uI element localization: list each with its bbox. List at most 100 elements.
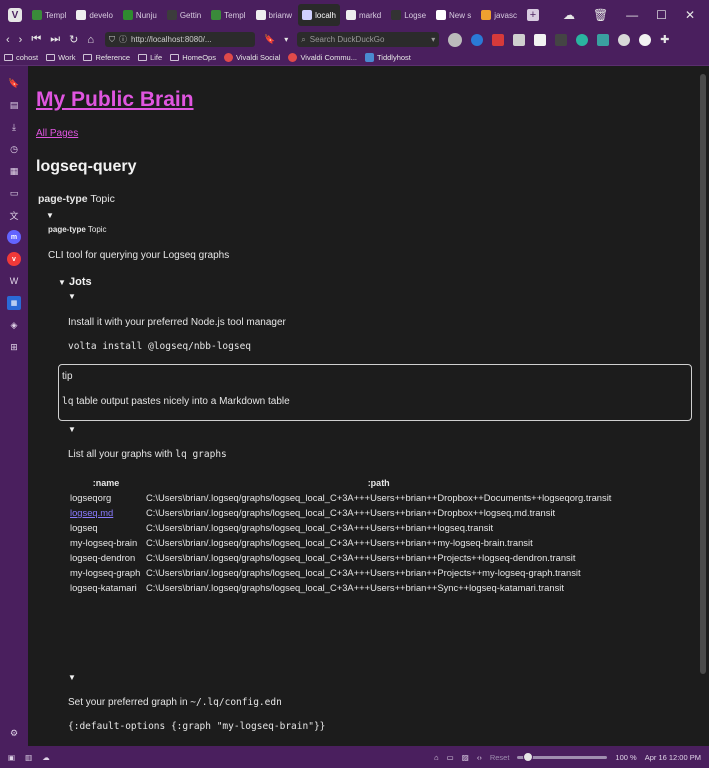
bookmarks-panel-icon[interactable]: 🔖 xyxy=(7,76,21,90)
extension-icon-5[interactable] xyxy=(555,33,568,46)
disclosure-triangle-icon[interactable]: ▼ xyxy=(68,292,76,301)
table-row: logseq-dendron C:\Users\brian/.logseq/gra… xyxy=(68,550,613,565)
bookmark-item[interactable]: Vivaldi Social xyxy=(223,52,280,62)
panel-toggle-icon[interactable]: ▣ xyxy=(8,753,15,762)
extension-icon-4[interactable] xyxy=(534,33,547,46)
reset-zoom-button[interactable]: Reset xyxy=(490,753,510,762)
extension-icon-8[interactable] xyxy=(618,33,631,46)
browser-tab[interactable]: Nunju xyxy=(119,4,161,26)
folder-icon xyxy=(170,53,180,61)
extension-panel-icon[interactable]: ◈ xyxy=(7,318,21,332)
browser-tab[interactable]: markd xyxy=(342,4,385,26)
calendar-icon[interactable]: ▦ xyxy=(7,296,21,310)
bookmark-item[interactable]: Life xyxy=(138,53,162,62)
graph-name-cell[interactable]: logseq.md xyxy=(68,505,144,520)
disclosure-triangle-icon[interactable]: ▼ xyxy=(58,278,66,287)
search-field[interactable]: ⌕ Search DuckDuckGo ▾ xyxy=(297,32,440,47)
scrollbar-thumb[interactable] xyxy=(700,74,706,674)
table-row: logseq-katamari C:\Users\brian/.logseq/gr… xyxy=(68,580,613,595)
chevron-down-icon[interactable]: ▾ xyxy=(284,35,288,44)
downloads-icon[interactable]: ⤓ xyxy=(7,120,21,134)
extension-icon-6[interactable] xyxy=(576,33,589,46)
cloud-sync-icon[interactable]: ☁ xyxy=(42,753,50,762)
graph-path-cell: C:\Users\brian/.logseq/graphs/logseq_loc… xyxy=(146,552,576,563)
new-tab-button[interactable]: + xyxy=(526,9,539,21)
window-icon[interactable]: ▭ xyxy=(447,753,454,762)
table-header-row: :name :path xyxy=(68,476,613,490)
code-icon[interactable]: ‹› xyxy=(477,753,482,762)
search-dropdown-icon[interactable]: ▾ xyxy=(431,35,435,44)
extension-icon-2[interactable] xyxy=(492,33,505,46)
tile-icon[interactable]: ▥ xyxy=(25,753,32,762)
forward-icon[interactable]: › xyxy=(19,34,23,46)
tab-strip: Templ develo Nunju Gettin Templ brianw localh m… xyxy=(28,4,523,26)
table-row: my-logseq-brain C:\Users\brian/.logseq/gr… xyxy=(68,535,613,550)
extension-icon-3[interactable] xyxy=(513,33,526,46)
capture-icon[interactable]: ⌂ xyxy=(434,753,439,762)
browser-tab[interactable]: localh xyxy=(298,4,340,26)
bookmark-item[interactable]: cohost xyxy=(4,53,38,62)
browser-tab[interactable]: Gettin xyxy=(163,4,205,26)
browser-tab[interactable]: javasc xyxy=(477,4,521,26)
rewind-icon[interactable]: ⏮ xyxy=(31,33,41,46)
browser-tab[interactable]: Templ xyxy=(28,4,70,26)
trash-icon[interactable]: 🗑 xyxy=(593,8,608,22)
disclosure-triangle-icon[interactable]: ▼ xyxy=(68,673,76,682)
site-title-link[interactable]: My Public Brain xyxy=(36,88,194,112)
tab-favicon-icon xyxy=(32,10,42,20)
bookmark-item[interactable]: HomeOps xyxy=(170,53,216,62)
bookmark-item[interactable]: Reference xyxy=(83,53,130,62)
address-bar[interactable]: ⛉ ⓘ http://localhost:8080/... xyxy=(105,32,256,47)
all-pages-link[interactable]: All Pages xyxy=(36,128,78,139)
fast-forward-icon[interactable]: ⏭ xyxy=(50,33,60,46)
zoom-slider-handle[interactable] xyxy=(523,751,534,762)
translate-icon[interactable]: 文 xyxy=(7,208,21,222)
close-button[interactable]: ✕ xyxy=(685,8,695,22)
bookmark-item[interactable]: Vivaldi Commu... xyxy=(288,52,357,62)
settings-gear-icon[interactable]: ⚙ xyxy=(7,726,21,740)
disclosure-triangle-icon[interactable]: ▼ xyxy=(46,211,54,220)
browser-tab[interactable]: brianw xyxy=(252,4,297,26)
extension-icon-7[interactable] xyxy=(597,33,610,46)
browser-tab[interactable]: develo xyxy=(72,4,117,26)
page-scrollbar[interactable] xyxy=(697,66,709,746)
image-icon[interactable]: ▨ xyxy=(462,753,469,762)
wikipedia-icon[interactable]: W xyxy=(7,274,21,288)
info-icon[interactable]: ⓘ xyxy=(119,34,127,45)
reload-icon[interactable]: ↻ xyxy=(69,33,78,46)
browser-tab[interactable]: Templ xyxy=(207,4,249,26)
disclosure-triangle-icon[interactable]: ▼ xyxy=(68,425,76,434)
reading-list-icon[interactable]: ▤ xyxy=(7,98,21,112)
home-icon[interactable]: ⌂ xyxy=(87,34,94,46)
mastodon-icon[interactable]: m xyxy=(7,230,21,244)
history-icon[interactable]: ◷ xyxy=(7,142,21,156)
graph-name-cell: logseq-katamari xyxy=(68,580,144,595)
page-content: My Public Brain All Pages logseq-query p… xyxy=(28,66,697,746)
vivaldi-icon[interactable]: v xyxy=(7,252,21,266)
extension-icon-1[interactable] xyxy=(471,33,484,46)
zoom-slider[interactable] xyxy=(517,751,608,762)
cloud-icon[interactable]: ☁ xyxy=(563,8,575,22)
shield-icon[interactable]: ⛉ xyxy=(109,35,115,45)
back-icon[interactable]: ‹ xyxy=(6,34,10,46)
set-graph-text: Set your preferred graph in ~/.lq/config… xyxy=(68,697,282,708)
browser-tab[interactable]: New s xyxy=(432,4,475,26)
bookmark-item[interactable]: Work xyxy=(46,53,75,62)
graph-name-link[interactable]: logseq.md xyxy=(70,507,113,518)
graph-name-cell: logseq xyxy=(68,520,144,535)
add-panel-icon[interactable]: ⊞ xyxy=(7,340,21,354)
profile-avatar[interactable] xyxy=(448,32,463,47)
browser-tab[interactable]: Logse xyxy=(387,4,430,26)
minimize-button[interactable]: — xyxy=(626,8,638,22)
bookmark-icon[interactable]: 🔖 xyxy=(264,34,275,45)
extension-icon-9[interactable] xyxy=(639,33,652,46)
extensions-puzzle-icon[interactable]: ✚ xyxy=(660,33,669,46)
notes-icon[interactable]: ▦ xyxy=(7,164,21,178)
bookmark-item[interactable]: Tiddlyhost xyxy=(364,52,411,62)
tip-text: table output pastes nicely into a Markdo… xyxy=(73,396,290,407)
block-property: page-type Topic xyxy=(48,225,107,234)
vivaldi-menu-icon[interactable]: V xyxy=(8,8,22,22)
maximize-button[interactable]: ☐ xyxy=(656,8,667,22)
jots-heading[interactable]: ▼ Jots xyxy=(58,276,92,288)
window-panel-icon[interactable]: ▭ xyxy=(7,186,21,200)
